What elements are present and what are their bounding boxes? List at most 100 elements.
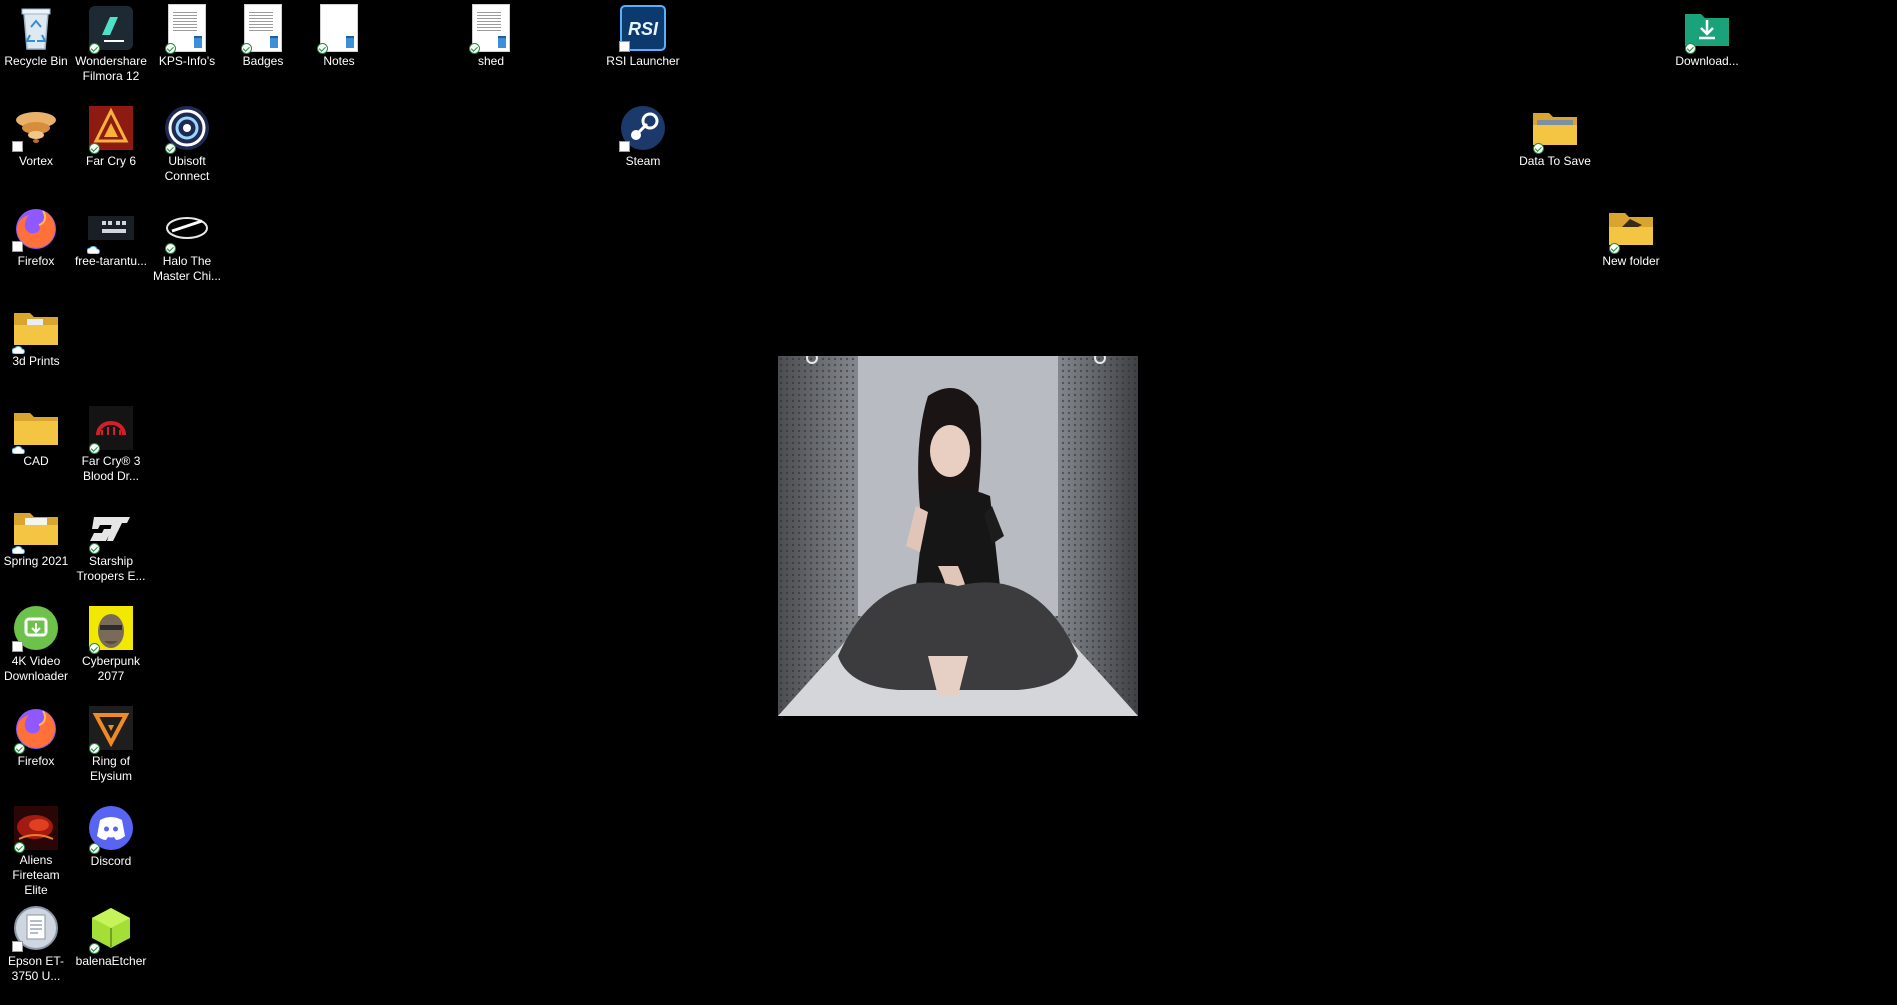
sync-status-icon bbox=[165, 243, 176, 254]
desktop-icon-3d-prints[interactable]: 3d Prints bbox=[0, 302, 73, 398]
cloud-status-icon bbox=[12, 546, 25, 554]
icon-label: Epson ET-3750 U... bbox=[7, 954, 65, 983]
ring-of-elysium-icon bbox=[87, 704, 135, 754]
text-document-icon bbox=[239, 4, 287, 54]
aliens-icon bbox=[12, 804, 60, 853]
icon-label: free-tarantu... bbox=[74, 254, 148, 268]
desktop-icon-balena-etcher[interactable]: balenaEtcher bbox=[74, 902, 148, 998]
desktop-icon-notes[interactable]: Notes bbox=[302, 2, 376, 98]
desktop-icon-badges[interactable]: Badges bbox=[226, 2, 300, 98]
desktop-icon-ubisoft-connect[interactable]: Ubisoft Connect bbox=[150, 102, 224, 198]
vortex-icon bbox=[12, 104, 60, 152]
desktop-icon-vortex[interactable]: Vortex bbox=[0, 102, 73, 198]
desktop-icon-kps-info[interactable]: KPS-Info's bbox=[150, 2, 224, 98]
image-file-icon bbox=[87, 204, 135, 254]
desktop-icon-discord[interactable]: Discord bbox=[74, 802, 148, 898]
icon-label: Discord bbox=[90, 854, 132, 868]
folder-icon bbox=[12, 304, 60, 354]
icon-label: Halo The Master Chi... bbox=[152, 254, 221, 283]
filmora-icon bbox=[87, 4, 135, 54]
sync-status-icon bbox=[14, 743, 25, 754]
folder-icon bbox=[1531, 104, 1579, 154]
sync-status-icon bbox=[89, 743, 100, 754]
icon-label: Download... bbox=[1675, 54, 1739, 68]
desktop-icon-rsi-launcher[interactable]: RSI RSI Launcher bbox=[606, 2, 680, 98]
balena-etcher-icon bbox=[87, 904, 135, 954]
icon-label: Vortex bbox=[18, 154, 54, 168]
downloads-folder-icon bbox=[1683, 4, 1731, 54]
icon-label: 3d Prints bbox=[12, 354, 60, 368]
far-cry-6-icon bbox=[87, 104, 135, 154]
sync-status-icon bbox=[165, 143, 176, 154]
icon-label: New folder bbox=[1602, 254, 1660, 268]
desktop-icon-data-to-save[interactable]: Data To Save bbox=[1518, 102, 1592, 198]
svg-text:RSI: RSI bbox=[628, 19, 659, 39]
icon-label: Data To Save bbox=[1519, 154, 1591, 168]
sync-status-icon bbox=[89, 143, 100, 154]
icon-label: Steam bbox=[625, 154, 661, 168]
desktop-icon-filmora[interactable]: Wondershare Filmora 12 bbox=[74, 2, 148, 98]
desktop-icon-downloads[interactable]: Download... bbox=[1670, 2, 1744, 98]
sync-status-icon bbox=[317, 43, 328, 54]
folder-icon bbox=[1607, 204, 1655, 254]
sync-status-icon bbox=[469, 43, 480, 54]
folder-icon bbox=[12, 504, 60, 554]
icon-label: 4K Video Downloader bbox=[3, 654, 69, 683]
desktop[interactable]: Recycle Bin Wondershare Filmora 12 KPS-I… bbox=[0, 0, 1897, 1005]
desktop-icon-spring-2021[interactable]: Spring 2021 bbox=[0, 502, 73, 598]
cloud-status-icon bbox=[12, 346, 25, 354]
sync-status-icon bbox=[1685, 43, 1696, 54]
desktop-icon-cad[interactable]: CAD bbox=[0, 402, 73, 498]
desktop-icon-far-cry-6[interactable]: Far Cry 6 bbox=[74, 102, 148, 198]
desktop-icon-aliens-fireteam-elite[interactable]: Aliens Fireteam Elite bbox=[0, 802, 73, 898]
shortcut-arrow-icon bbox=[12, 241, 23, 252]
icon-label: Wondershare Filmora 12 bbox=[75, 54, 147, 83]
desktop-icon-new-folder[interactable]: New folder bbox=[1594, 202, 1668, 298]
desktop-icon-far-cry-3[interactable]: Far Cry® 3 Blood Dr... bbox=[74, 402, 148, 498]
icon-label: Ring of Elysium bbox=[89, 754, 132, 783]
desktop-icon-free-tarantula[interactable]: free-tarantu... bbox=[74, 202, 148, 298]
sync-status-icon bbox=[14, 842, 25, 853]
shortcut-arrow-icon bbox=[12, 641, 23, 652]
icon-label: Badges bbox=[242, 54, 284, 68]
sync-status-icon bbox=[89, 843, 100, 854]
desktop-icon-steam[interactable]: Steam bbox=[606, 102, 680, 198]
discord-icon bbox=[87, 804, 135, 854]
icon-label: RSI Launcher bbox=[606, 54, 680, 68]
icon-label: Notes bbox=[323, 54, 355, 68]
icon-label: shed bbox=[477, 54, 505, 68]
sync-status-icon bbox=[89, 443, 100, 454]
sync-status-icon bbox=[89, 943, 100, 954]
icon-label: Far Cry® 3 Blood Dr... bbox=[81, 454, 141, 483]
cloud-status-icon bbox=[12, 446, 25, 454]
4k-video-downloader-icon bbox=[12, 604, 60, 652]
desktop-icon-recycle-bin[interactable]: Recycle Bin bbox=[0, 2, 73, 98]
sync-status-icon bbox=[89, 43, 100, 54]
icon-label: Firefox bbox=[17, 754, 55, 768]
desktop-icon-halo[interactable]: Halo The Master Chi... bbox=[150, 202, 224, 298]
desktop-icon-cyberpunk-2077[interactable]: Cyberpunk 2077 bbox=[74, 602, 148, 698]
icon-label: Spring 2021 bbox=[3, 554, 69, 568]
desktop-icon-shed[interactable]: shed bbox=[454, 2, 528, 98]
desktop-icon-firefox-2[interactable]: Firefox bbox=[0, 702, 73, 798]
desktop-icon-epson[interactable]: Epson ET-3750 U... bbox=[0, 902, 73, 998]
desktop-icon-starship-troopers[interactable]: Starship Troopers E... bbox=[74, 502, 148, 598]
ubisoft-icon bbox=[163, 104, 211, 154]
desktop-icon-ring-of-elysium[interactable]: Ring of Elysium bbox=[74, 702, 148, 798]
steam-icon bbox=[619, 104, 667, 152]
icon-label: Starship Troopers E... bbox=[76, 554, 146, 583]
icon-label: Firefox bbox=[17, 254, 55, 268]
icon-label: Cyberpunk 2077 bbox=[81, 654, 141, 683]
shortcut-arrow-icon bbox=[12, 941, 23, 952]
icon-label: CAD bbox=[23, 454, 49, 468]
sync-status-icon bbox=[1533, 143, 1544, 154]
halo-icon bbox=[163, 204, 211, 254]
sync-status-icon bbox=[89, 643, 100, 654]
shortcut-arrow-icon bbox=[619, 141, 630, 152]
cyberpunk-icon bbox=[87, 604, 135, 654]
icon-label: Ubisoft Connect bbox=[164, 154, 210, 183]
desktop-icon-firefox[interactable]: Firefox bbox=[0, 202, 73, 298]
text-document-icon bbox=[163, 4, 211, 54]
desktop-icon-4k-video-downloader[interactable]: 4K Video Downloader bbox=[0, 602, 73, 698]
icon-label: Recycle Bin bbox=[4, 54, 68, 68]
